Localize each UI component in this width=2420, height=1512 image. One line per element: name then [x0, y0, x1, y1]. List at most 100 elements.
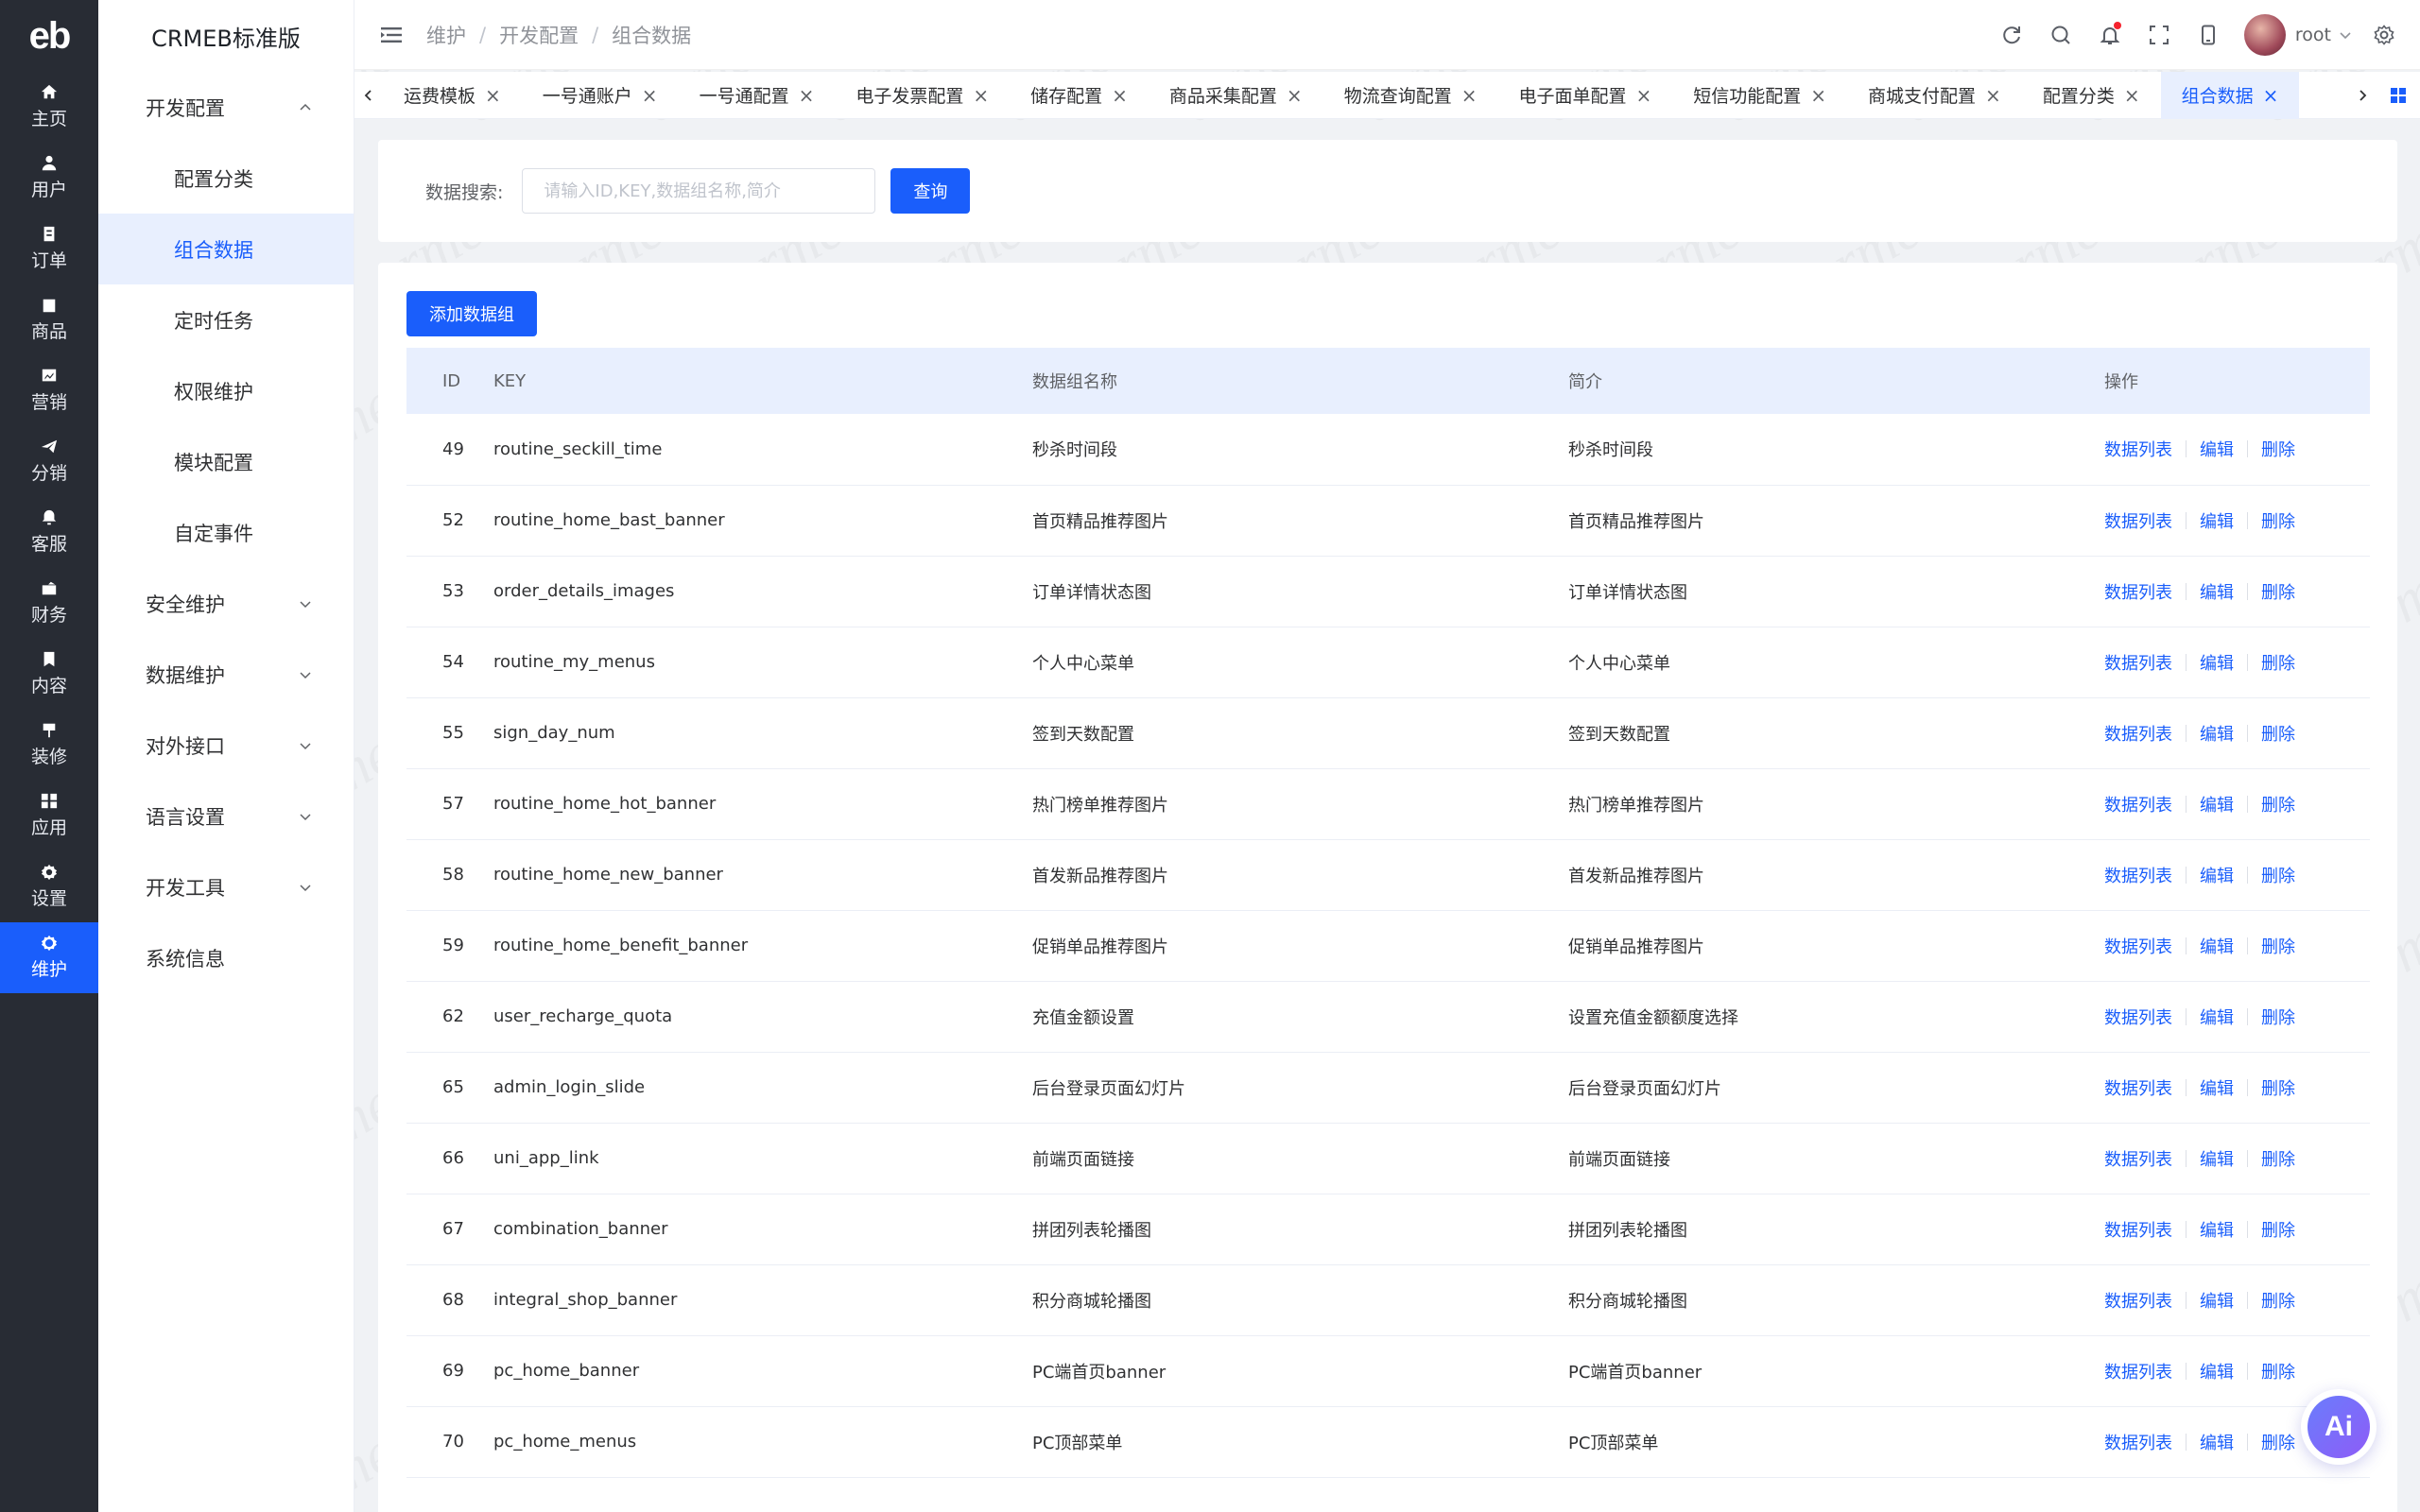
data-list-link[interactable]: 数据列表: [2104, 1005, 2172, 1029]
delete-link[interactable]: 删除: [2261, 1359, 2295, 1383]
edit-link[interactable]: 编辑: [2200, 721, 2234, 746]
edit-link[interactable]: 编辑: [2200, 1075, 2234, 1100]
data-list-link[interactable]: 数据列表: [2104, 650, 2172, 675]
data-list-link[interactable]: 数据列表: [2104, 437, 2172, 461]
sidebar-item[interactable]: 自定事件: [98, 497, 354, 568]
close-icon[interactable]: ×: [2263, 84, 2279, 107]
rail-item-distribution[interactable]: 分销: [0, 426, 98, 497]
edit-link[interactable]: 编辑: [2200, 863, 2234, 887]
breadcrumb-item[interactable]: 开发配置: [499, 21, 579, 49]
sidebar-item[interactable]: 权限维护: [98, 355, 354, 426]
page-tab[interactable]: 商品采集配置 ×: [1149, 72, 1323, 119]
sidebar-group[interactable]: 安全维护: [98, 568, 354, 639]
data-list-link[interactable]: 数据列表: [2104, 579, 2172, 604]
edit-link[interactable]: 编辑: [2200, 1288, 2234, 1313]
data-list-link[interactable]: 数据列表: [2104, 863, 2172, 887]
data-list-link[interactable]: 数据列表: [2104, 1359, 2172, 1383]
edit-link[interactable]: 编辑: [2200, 1430, 2234, 1454]
edit-link[interactable]: 编辑: [2200, 1359, 2234, 1383]
data-list-link[interactable]: 数据列表: [2104, 721, 2172, 746]
add-data-group-button[interactable]: 添加数据组: [406, 291, 537, 336]
page-tab[interactable]: 电子面单配置 ×: [1497, 72, 1672, 119]
data-list-link[interactable]: 数据列表: [2104, 1146, 2172, 1171]
gear-icon[interactable]: [2371, 22, 2397, 48]
close-icon[interactable]: ×: [485, 84, 501, 107]
menu-toggle-icon[interactable]: [377, 21, 406, 49]
data-list-link[interactable]: 数据列表: [2104, 792, 2172, 816]
avatar[interactable]: [2243, 14, 2286, 56]
search-input[interactable]: [522, 168, 876, 214]
ai-assistant-button[interactable]: Ai: [2301, 1389, 2377, 1465]
rail-item-product[interactable]: 商品: [0, 284, 98, 355]
delete-link[interactable]: 删除: [2261, 650, 2295, 675]
close-icon[interactable]: ×: [1461, 84, 1478, 107]
breadcrumb-item[interactable]: 维护: [426, 21, 466, 49]
edit-link[interactable]: 编辑: [2200, 1005, 2234, 1029]
close-icon[interactable]: ×: [1985, 84, 2001, 107]
page-tab[interactable]: 运费模板 ×: [383, 72, 522, 119]
edit-link[interactable]: 编辑: [2200, 508, 2234, 533]
delete-link[interactable]: 删除: [2261, 792, 2295, 816]
sidebar-group[interactable]: 语言设置: [98, 781, 354, 851]
page-tab[interactable]: 物流查询配置 ×: [1323, 72, 1498, 119]
sidebar-group[interactable]: 开发工具: [98, 851, 354, 922]
edit-link[interactable]: 编辑: [2200, 1217, 2234, 1242]
data-list-link[interactable]: 数据列表: [2104, 1430, 2172, 1454]
delete-link[interactable]: 删除: [2261, 934, 2295, 958]
delete-link[interactable]: 删除: [2261, 579, 2295, 604]
edit-link[interactable]: 编辑: [2200, 1146, 2234, 1171]
rail-item-user[interactable]: 用户: [0, 143, 98, 214]
page-tab[interactable]: 一号通账户 ×: [522, 72, 679, 119]
fullscreen-icon[interactable]: [2146, 22, 2172, 48]
tabs-scroll-right-icon[interactable]: [2348, 72, 2377, 119]
data-list-link[interactable]: 数据列表: [2104, 1288, 2172, 1313]
page-tab[interactable]: 短信功能配置 ×: [1672, 72, 1847, 119]
page-tab[interactable]: 储存配置 ×: [1010, 72, 1149, 119]
sidebar-item[interactable]: 系统信息: [98, 922, 354, 993]
rail-item-order[interactable]: 订单: [0, 214, 98, 284]
rail-item-service[interactable]: 客服: [0, 497, 98, 568]
rail-item-settings[interactable]: 设置: [0, 851, 98, 922]
refresh-icon[interactable]: [1998, 22, 2025, 48]
rail-item-content[interactable]: 内容: [0, 639, 98, 710]
app-logo[interactable]: eb: [0, 0, 98, 72]
sidebar-item[interactable]: 配置分类: [98, 143, 354, 214]
edit-link[interactable]: 编辑: [2200, 579, 2234, 604]
edit-link[interactable]: 编辑: [2200, 934, 2234, 958]
rail-item-apps[interactable]: 应用: [0, 781, 98, 851]
delete-link[interactable]: 删除: [2261, 437, 2295, 461]
sidebar-item[interactable]: 模块配置: [98, 426, 354, 497]
close-icon[interactable]: ×: [973, 84, 989, 107]
rail-item-decorate[interactable]: 装修: [0, 710, 98, 781]
delete-link[interactable]: 删除: [2261, 863, 2295, 887]
edit-link[interactable]: 编辑: [2200, 437, 2234, 461]
search-icon[interactable]: [2048, 22, 2074, 48]
data-list-link[interactable]: 数据列表: [2104, 1075, 2172, 1100]
tabs-scroll-left-icon[interactable]: [354, 72, 383, 119]
close-icon[interactable]: ×: [1287, 84, 1303, 107]
delete-link[interactable]: 删除: [2261, 508, 2295, 533]
close-icon[interactable]: ×: [2124, 84, 2140, 107]
close-icon[interactable]: ×: [1112, 84, 1128, 107]
sidebar-item[interactable]: 组合数据: [98, 214, 354, 284]
delete-link[interactable]: 删除: [2261, 721, 2295, 746]
data-list-link[interactable]: 数据列表: [2104, 1217, 2172, 1242]
rail-item-home[interactable]: 主页: [0, 72, 98, 143]
notification-bell-icon[interactable]: [2097, 22, 2123, 48]
close-icon[interactable]: ×: [642, 84, 658, 107]
page-tab[interactable]: 组合数据 ×: [2160, 71, 2300, 119]
sidebar-group[interactable]: 对外接口: [98, 710, 354, 781]
rail-item-marketing[interactable]: 营销: [0, 355, 98, 426]
close-icon[interactable]: ×: [1635, 84, 1651, 107]
delete-link[interactable]: 删除: [2261, 1288, 2295, 1313]
close-icon[interactable]: ×: [799, 84, 815, 107]
edit-link[interactable]: 编辑: [2200, 792, 2234, 816]
delete-link[interactable]: 删除: [2261, 1430, 2295, 1454]
tabs-menu-grid-icon[interactable]: [2377, 72, 2420, 119]
page-tab[interactable]: 商城支付配置 ×: [1847, 72, 2022, 119]
delete-link[interactable]: 删除: [2261, 1217, 2295, 1242]
page-tab[interactable]: 电子发票配置 ×: [835, 72, 1010, 119]
query-button[interactable]: 查询: [890, 168, 971, 214]
user-name[interactable]: root: [2295, 25, 2331, 45]
page-tab[interactable]: 配置分类 ×: [2022, 72, 2161, 119]
